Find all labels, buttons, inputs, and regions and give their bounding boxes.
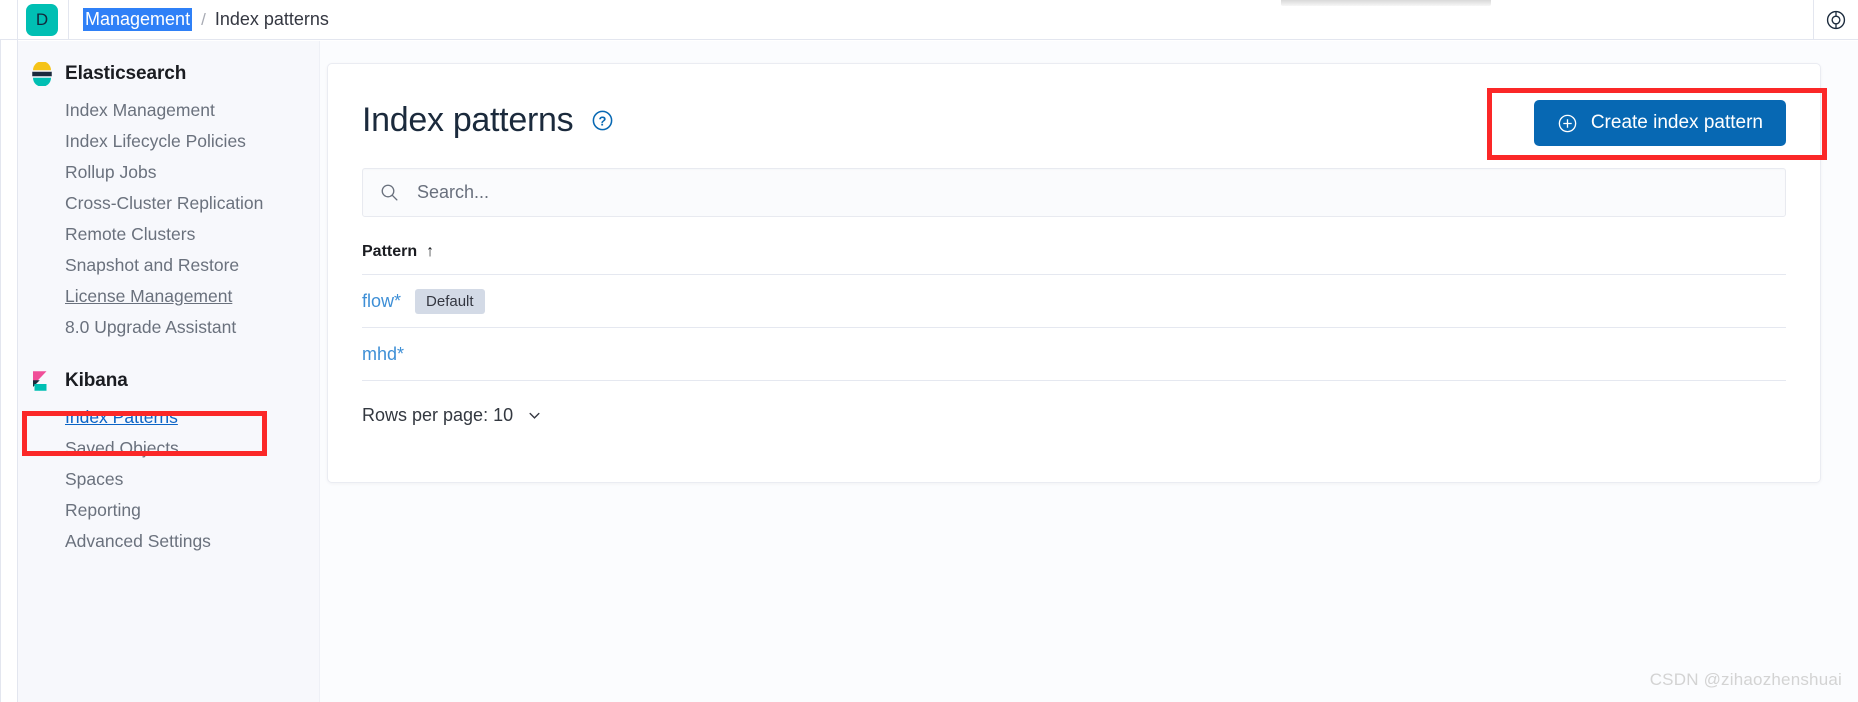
search-input[interactable] [415, 169, 1695, 216]
nav-items-elasticsearch: Index Management Index Lifecycle Policie… [18, 95, 319, 343]
table-row[interactable]: mhd* [362, 328, 1786, 381]
sidebar-item-8-0-upgrade-assistant[interactable]: 8.0 Upgrade Assistant [18, 312, 319, 343]
column-header-label: Pattern [362, 243, 418, 260]
sidebar-item-cross-cluster-replication[interactable]: Cross-Cluster Replication [18, 188, 319, 219]
main-content: Index patterns ? Create index pattern Se… [320, 41, 1858, 702]
chevron-down-icon [525, 406, 544, 425]
sidebar-item-advanced-settings[interactable]: Advanced Settings [18, 526, 319, 557]
nav-rail-outer-divider [0, 40, 1, 702]
index-patterns-table: Pattern ↑ flow* Default mhd* [362, 243, 1786, 381]
index-pattern-link[interactable]: flow* [362, 291, 401, 312]
avatar[interactable]: D [26, 3, 58, 36]
partial-popover-strip [1281, 0, 1491, 6]
kibana-management-page: D Management / Index patterns Elasticsea… [0, 0, 1858, 702]
help-button[interactable] [1814, 0, 1858, 40]
nav-group-title: Elasticsearch [65, 63, 187, 84]
index-patterns-panel: Index patterns ? Create index pattern Se… [327, 63, 1821, 483]
create-index-pattern-label: Create index pattern [1590, 112, 1763, 133]
sidebar-item-spaces[interactable]: Spaces [18, 464, 319, 495]
breadcrumb-separator: / [201, 9, 206, 29]
header-divider-left [17, 0, 18, 40]
create-index-pattern-button[interactable]: Create index pattern [1533, 100, 1786, 146]
page-title-row: Index patterns ? [362, 100, 614, 140]
svg-text:?: ? [599, 113, 607, 128]
elasticsearch-logo [32, 62, 52, 86]
top-header-bar: D Management / Index patterns [0, 0, 1858, 40]
rows-per-page-label: Rows per page: 10 [362, 405, 514, 425]
breadcrumb-item-management[interactable]: Management [83, 8, 193, 31]
lifebuoy-icon [1826, 10, 1846, 30]
table-header-row: Pattern ↑ [362, 243, 1786, 275]
sidebar-item-reporting[interactable]: Reporting [18, 495, 319, 526]
column-header-pattern[interactable]: Pattern ↑ [362, 243, 434, 261]
avatar-letter: D [35, 9, 49, 29]
sidebar-item-index-patterns[interactable]: Index Patterns [18, 402, 319, 433]
header-divider-mid [68, 0, 69, 40]
panel-header: Index patterns ? Create index pattern [328, 64, 1820, 146]
page-title-help-button[interactable]: ? [591, 109, 614, 137]
sidebar-item-index-lifecycle-policies[interactable]: Index Lifecycle Policies [18, 126, 319, 157]
sidebar-item-rollup-jobs[interactable]: Rollup Jobs [18, 157, 319, 188]
plus-in-circle-icon [1557, 113, 1578, 134]
sidebar-item-license-management[interactable]: License Management [18, 281, 319, 312]
nav-group-title: Kibana [65, 370, 128, 391]
search-row [328, 146, 1820, 217]
page-title: Index patterns [362, 101, 574, 139]
nav-group-elasticsearch: Elasticsearch [18, 62, 319, 86]
sidebar-item-snapshot-and-restore[interactable]: Snapshot and Restore [18, 250, 319, 281]
sidebar-item-index-management[interactable]: Index Management [18, 95, 319, 126]
header-right-actions [1813, 0, 1858, 40]
index-pattern-link[interactable]: mhd* [362, 344, 404, 365]
sort-ascending-icon: ↑ [426, 243, 435, 260]
rows-per-page-selector[interactable]: Rows per page: 10 [362, 405, 544, 426]
kibana-logo [33, 371, 47, 391]
search-box[interactable] [362, 168, 1786, 217]
breadcrumb: Management / Index patterns [83, 8, 329, 31]
status-badge: Default [415, 288, 485, 314]
nav-items-kibana: Index Patterns Saved Objects Spaces Repo… [18, 402, 319, 557]
question-mark-circle-icon: ? [592, 110, 613, 131]
sidebar-item-saved-objects[interactable]: Saved Objects [18, 433, 319, 464]
table-row[interactable]: flow* Default [362, 275, 1786, 328]
sidebar-item-remote-clusters[interactable]: Remote Clusters [18, 219, 319, 250]
management-sidebar: Elasticsearch Index Management Index Lif… [18, 41, 320, 702]
watermark: CSDN @zihaozhenshuai [1649, 670, 1842, 689]
search-icon [379, 182, 400, 203]
nav-group-kibana: Kibana [18, 369, 319, 393]
breadcrumb-item-index-patterns[interactable]: Index patterns [215, 9, 329, 30]
